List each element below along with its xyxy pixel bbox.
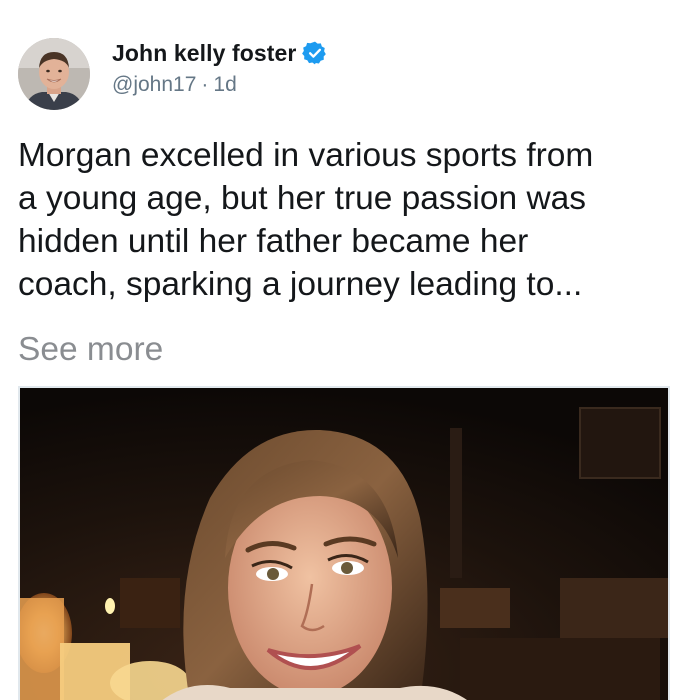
- author-meta: @john17 · 1d: [112, 70, 237, 100]
- see-more-link[interactable]: See more: [18, 328, 163, 371]
- author-avatar[interactable]: [18, 38, 90, 110]
- avatar-photo: [18, 38, 90, 110]
- post-body-text: Morgan excelled in various sports from a…: [18, 137, 594, 303]
- author-handle[interactable]: @john17: [112, 73, 196, 96]
- post-card: John kelly foster @john17 · 1d Morgan exce…: [0, 0, 700, 700]
- verified-badge-icon: [302, 40, 328, 66]
- author-name-row: John kelly foster: [112, 36, 328, 70]
- media-photo: [20, 388, 668, 700]
- author-display-name[interactable]: John kelly foster: [112, 40, 296, 67]
- meta-separator: ·: [201, 73, 209, 96]
- post-timestamp[interactable]: 1d: [213, 73, 236, 96]
- post-media-image[interactable]: [18, 386, 670, 700]
